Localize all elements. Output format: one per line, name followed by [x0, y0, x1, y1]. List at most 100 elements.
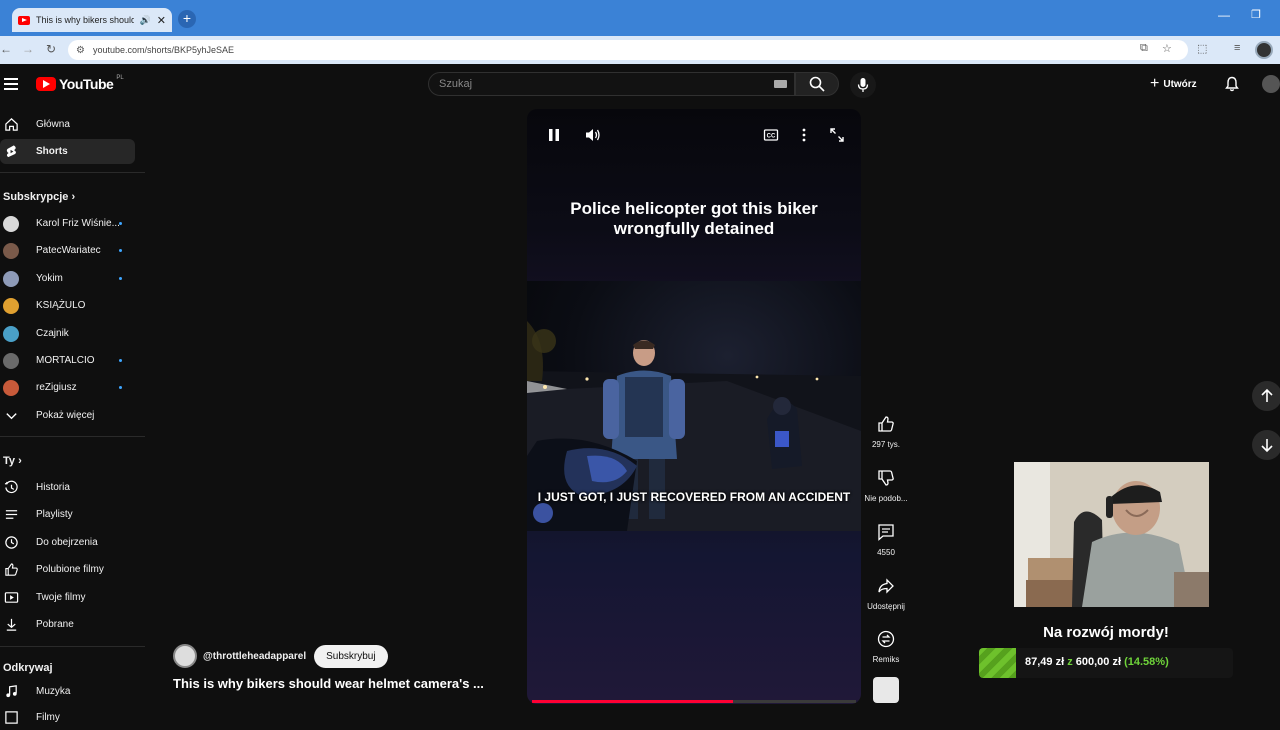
sidebar-item-label: PatecWariatec — [36, 245, 101, 256]
share-button[interactable]: Udostępnij — [862, 576, 910, 611]
chevron-right-icon: › — [18, 455, 22, 467]
channel-avatar[interactable] — [173, 644, 197, 668]
extensions-icon[interactable]: ⬚ — [1197, 42, 1207, 55]
hamburger-menu-icon[interactable] — [4, 78, 18, 90]
create-button[interactable]: + Utwórz — [1150, 74, 1197, 94]
bookmark-star-icon[interactable]: ☆ — [1162, 42, 1172, 55]
video-frame: I JUST GOT, I JUST RECOVERED FROM AN ACC… — [527, 281, 861, 531]
channel-avatar — [3, 326, 19, 342]
channel-name[interactable]: @throttleheadapparel — [203, 651, 306, 662]
remix-button[interactable]: Remiks — [862, 629, 910, 664]
sidebar-item-subscription[interactable]: PatecWariatec — [0, 238, 135, 263]
like-button[interactable]: 297 tys. — [862, 414, 910, 449]
notifications-bell-icon[interactable] — [1224, 76, 1240, 92]
fullscreen-icon[interactable] — [829, 127, 845, 143]
pause-icon[interactable] — [547, 127, 561, 143]
new-content-dot — [119, 277, 122, 280]
sidebar-item-subscription[interactable]: KSIĄŻULO — [0, 293, 135, 318]
sidebar-item-subscription[interactable]: Czajnik — [0, 321, 135, 346]
chevron-down-icon — [6, 413, 17, 420]
new-tab-button[interactable]: + — [178, 10, 196, 28]
forward-icon[interactable]: → — [22, 42, 34, 56]
sidebar-item-your-videos[interactable]: Twoje filmy — [0, 585, 135, 610]
volume-icon[interactable] — [584, 127, 602, 143]
browser-tab-bar: This is why bikers should w... 🔊 ✕ + — ❐ — [0, 0, 1280, 36]
sidebar-item-label: reZigiusz — [36, 382, 77, 393]
sidebar-item-label: KSIĄŻULO — [36, 300, 86, 311]
next-short-button[interactable] — [1252, 430, 1280, 460]
keyboard-icon[interactable] — [774, 80, 787, 88]
sidebar-item-label: Yokim — [36, 273, 63, 284]
search-icon — [809, 76, 825, 92]
video-progress-fill — [532, 700, 733, 703]
sidebar-item-subscription[interactable]: Karol Friz Wiśnie... — [0, 211, 135, 236]
search-input[interactable]: Szukaj — [428, 72, 795, 96]
sidebar-item-music[interactable]: Muzyka — [0, 679, 135, 704]
sidebar: Główna Shorts Subskrypcje › Karol Friz W… — [0, 104, 145, 724]
divider — [0, 436, 145, 437]
comments-button[interactable]: 4550 — [862, 522, 910, 557]
film-icon — [5, 711, 18, 724]
channel-avatar — [3, 243, 19, 259]
back-icon[interactable]: ← — [0, 42, 12, 56]
sidebar-item-shorts[interactable]: Shorts — [0, 139, 135, 164]
minimize-window-button[interactable]: — — [1212, 8, 1236, 28]
captions-icon[interactable]: CC — [763, 127, 779, 143]
playlist-icon — [5, 510, 18, 519]
shorts-video-player[interactable]: CC Police helicopter got this biker wron… — [527, 109, 861, 704]
shorts-icon — [6, 145, 16, 158]
chevron-right-icon: › — [71, 191, 76, 203]
youtube-logo[interactable]: YouTube PL — [36, 75, 124, 92]
restore-window-button[interactable]: ❐ — [1244, 8, 1268, 28]
history-icon — [4, 480, 18, 494]
subscribe-button[interactable]: Subskrybuj — [314, 644, 388, 668]
sidebar-item-subscription[interactable]: MORTALCIO — [0, 348, 135, 373]
divider — [0, 646, 145, 647]
sidebar-item-home[interactable]: Główna — [0, 112, 135, 137]
site-settings-icon[interactable]: ⚙ — [76, 45, 85, 56]
install-app-icon[interactable]: ⧉ — [1140, 42, 1148, 55]
new-content-dot — [119, 222, 122, 225]
download-icon — [6, 618, 17, 631]
browser-tab[interactable]: This is why bikers should w... 🔊 ✕ — [12, 8, 172, 32]
subscriptions-heading[interactable]: Subskrypcje › — [3, 191, 75, 203]
channel-avatar — [3, 298, 19, 314]
voice-search-button[interactable] — [850, 72, 876, 98]
channel-avatar — [3, 271, 19, 287]
account-avatar[interactable] — [1262, 75, 1280, 93]
clock-icon — [5, 536, 18, 549]
more-options-icon[interactable] — [797, 127, 811, 143]
video-progress-bar[interactable] — [532, 700, 856, 703]
search-button[interactable] — [795, 72, 839, 96]
sidebar-item-watch-later[interactable]: Do obejrzenia — [0, 530, 135, 555]
sidebar-item-subscription[interactable]: Yokim — [0, 266, 135, 291]
sidebar-item-history[interactable]: Historia — [0, 475, 135, 500]
home-icon — [5, 118, 18, 131]
stream-caption: Na rozwój mordy! — [1043, 624, 1169, 641]
sidebar-item-films[interactable]: Filmy — [0, 705, 135, 730]
short-title[interactable]: This is why bikers should wear helmet ca… — [173, 676, 484, 691]
sidebar-item-liked[interactable]: Polubione filmy — [0, 557, 135, 582]
you-heading[interactable]: Ty › — [3, 455, 22, 467]
divider — [0, 172, 145, 173]
sidepanel-icon[interactable]: ≡ — [1234, 42, 1240, 54]
channel-row: @throttleheadapparel Subskrybuj — [173, 644, 388, 668]
url-field[interactable]: ⚙ youtube.com/shorts/BKP5yhJeSAE — [68, 40, 1188, 60]
url-text: youtube.com/shorts/BKP5yhJeSAE — [92, 45, 235, 55]
sidebar-item-playlists[interactable]: Playlisty — [0, 502, 135, 527]
address-bar: ← → ↻ ⚙ youtube.com/shorts/BKP5yhJeSAE ⧉… — [0, 36, 1280, 64]
plus-icon: + — [1150, 75, 1160, 92]
sidebar-item-downloads[interactable]: Pobrane — [0, 612, 135, 637]
sidebar-item-subscription[interactable]: reZigiusz — [0, 375, 135, 400]
sound-source-button[interactable] — [862, 677, 910, 703]
sidebar-item-show-more[interactable]: Pokaż więcej — [0, 403, 135, 428]
speaker-icon[interactable]: 🔊 — [140, 15, 151, 26]
video-subtitle: I JUST GOT, I JUST RECOVERED FROM AN ACC… — [537, 490, 851, 504]
reload-icon[interactable]: ↻ — [46, 42, 56, 56]
dislike-button[interactable]: Nie podob... — [862, 468, 910, 503]
previous-short-button[interactable] — [1252, 381, 1280, 411]
close-tab-icon[interactable]: ✕ — [157, 14, 166, 27]
tab-title: This is why bikers should w... — [36, 15, 134, 25]
svg-text:CC: CC — [767, 134, 776, 140]
browser-profile-avatar[interactable] — [1255, 41, 1273, 59]
